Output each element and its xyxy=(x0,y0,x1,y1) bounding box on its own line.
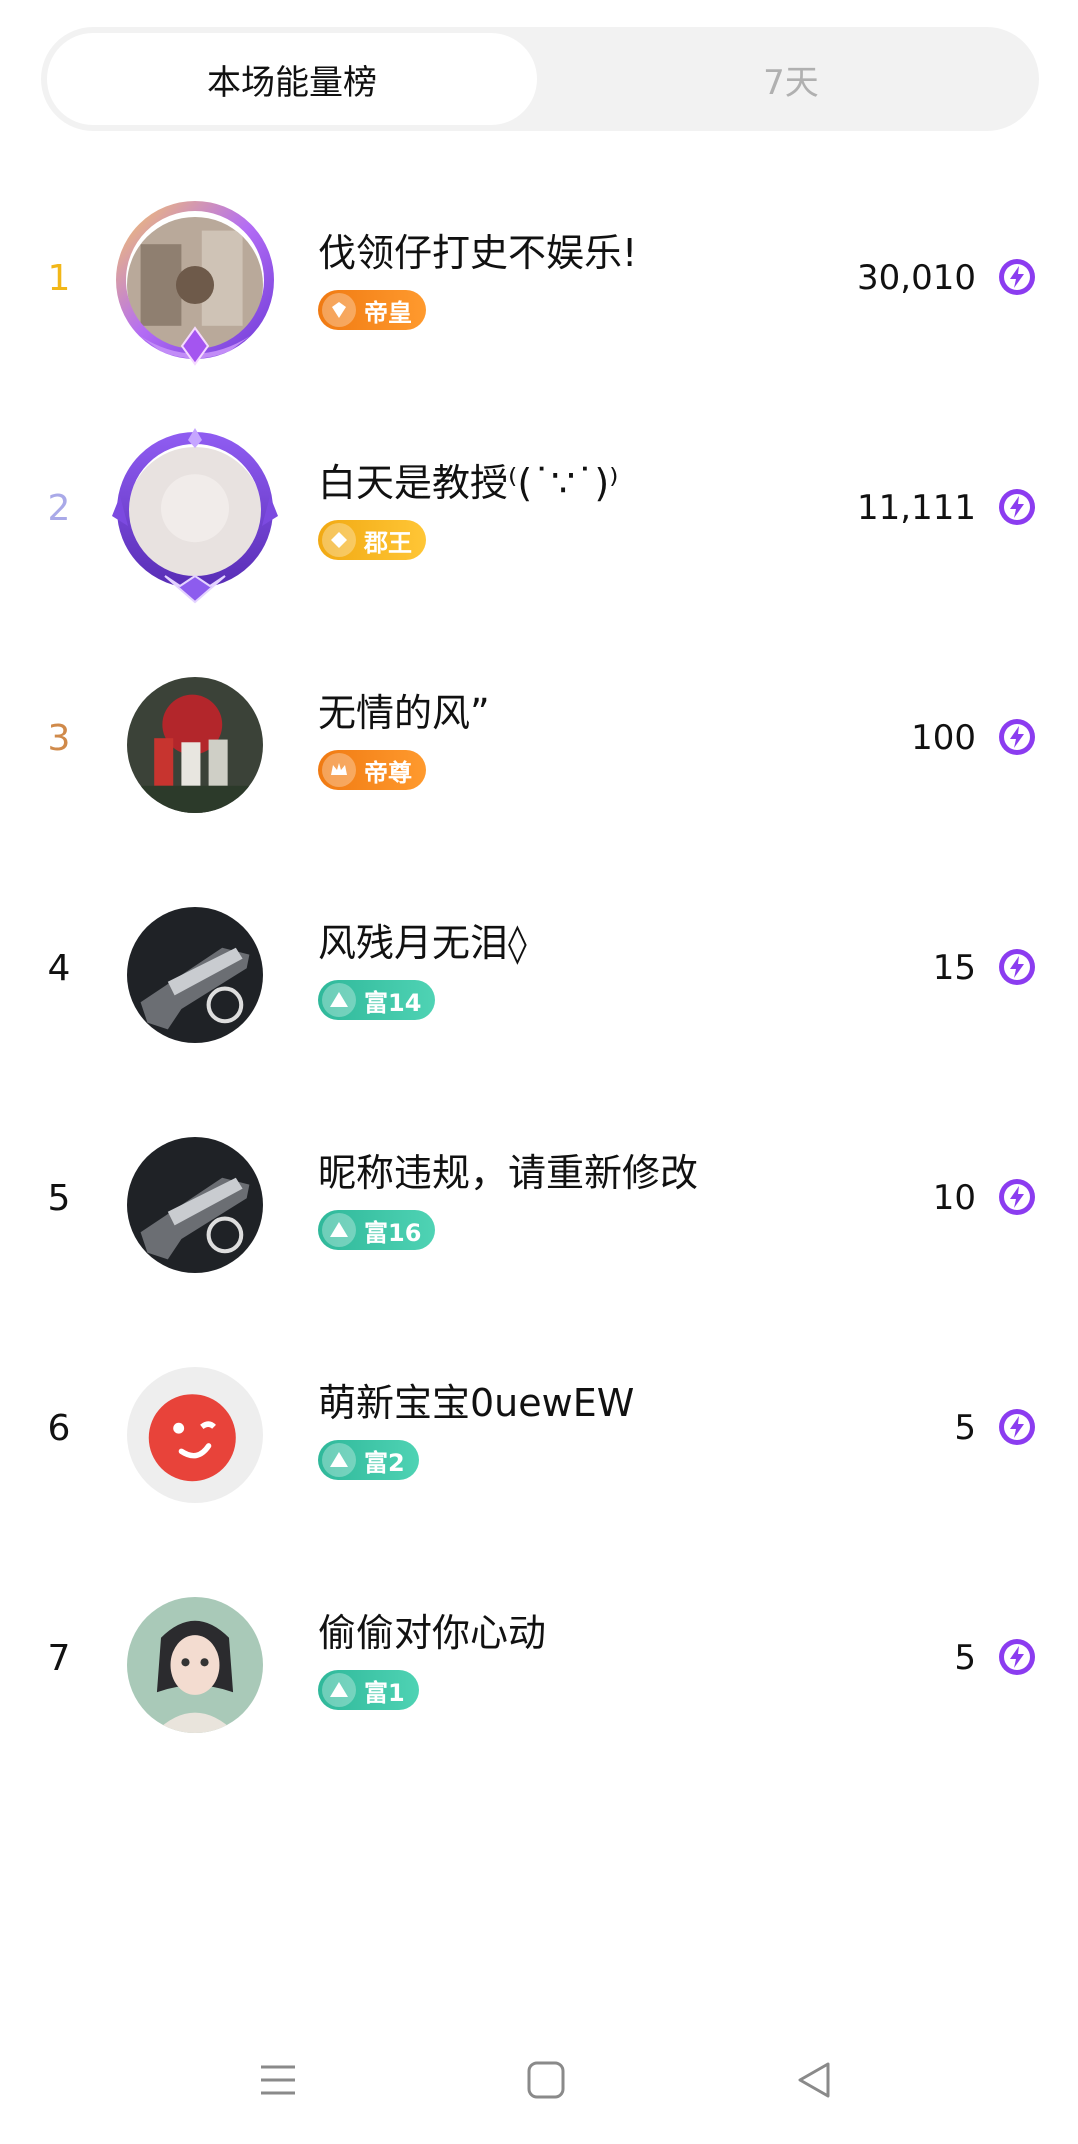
ranking-tabs: 本场能量榜 7天 xyxy=(41,27,1039,131)
avatar-photo xyxy=(127,1367,263,1503)
level-badge-label: 富14 xyxy=(364,988,422,1017)
rank-number: 3 xyxy=(47,718,71,759)
avatar-frame-icon xyxy=(116,201,274,366)
energy-score: 30,010 xyxy=(857,258,976,298)
username: 白天是教授⁽(˙∵˙)⁾ xyxy=(318,461,619,505)
ranking-row[interactable]: 3 无情的风” 帝尊 100 xyxy=(0,630,1078,860)
avatar-photo xyxy=(127,907,263,1043)
username: 昵称违规，请重新修改 xyxy=(318,1151,699,1195)
avatar-frame-icon xyxy=(112,428,278,604)
energy-score: 15 xyxy=(932,948,976,988)
ranking-row[interactable]: 7 偷偷对你心动 富1 5 xyxy=(0,1550,1078,1780)
lightning-bolt-icon xyxy=(999,1409,1035,1445)
energy-score: 11,111 xyxy=(857,488,976,528)
rank-number: 1 xyxy=(47,258,71,299)
level-badge: 富14 xyxy=(318,980,436,1020)
rank-number: 2 xyxy=(47,488,71,529)
lightning-bolt-icon xyxy=(999,259,1035,295)
back-triangle-icon xyxy=(798,2062,830,2098)
triangle-icon xyxy=(322,1213,356,1247)
menu-icon xyxy=(261,2065,295,2095)
level-badge-label: 郡王 xyxy=(364,528,412,557)
avatar-photo xyxy=(127,1137,263,1273)
rank-number: 6 xyxy=(47,1408,71,1449)
rank-number: 5 xyxy=(47,1178,71,1219)
ranking-row[interactable]: 5 昵称违规，请重新修改 富16 10 xyxy=(0,1090,1078,1320)
level-badge-label: 帝尊 xyxy=(364,758,412,787)
lightning-bolt-icon xyxy=(999,1639,1035,1675)
ranking-row[interactable]: 6 萌新宝宝0uewEW 富2 5 xyxy=(0,1320,1078,1550)
avatar[interactable] xyxy=(118,668,272,822)
lightning-bolt-icon xyxy=(999,949,1035,985)
avatar-photo xyxy=(127,1597,263,1733)
level-badge: 富2 xyxy=(318,1440,419,1480)
home-square-icon xyxy=(527,2061,565,2099)
avatar[interactable] xyxy=(118,1588,272,1742)
triangle-icon xyxy=(322,983,356,1017)
level-badge: 帝皇 xyxy=(318,290,426,330)
avatar-photo xyxy=(127,677,263,813)
triangle-icon xyxy=(322,1443,356,1477)
level-badge-label: 富1 xyxy=(364,1678,405,1707)
avatar[interactable] xyxy=(116,201,274,366)
triangle-icon xyxy=(322,1673,356,1707)
energy-score: 10 xyxy=(932,1178,976,1218)
system-nav-bar xyxy=(0,2030,1078,2144)
energy-score: 5 xyxy=(954,1638,976,1678)
level-badge-label: 帝皇 xyxy=(364,298,412,327)
level-badge: 富1 xyxy=(318,1670,419,1710)
level-badge-label: 富2 xyxy=(364,1448,405,1477)
username: 伐领仔打史不娱乐! xyxy=(318,231,638,275)
avatar[interactable] xyxy=(118,1358,272,1512)
crown-icon xyxy=(322,753,356,787)
username: 萌新宝宝0uewEW xyxy=(318,1381,635,1425)
avatar[interactable] xyxy=(112,428,278,604)
rank-number: 7 xyxy=(47,1638,71,1679)
level-badge-label: 富16 xyxy=(364,1218,422,1247)
level-badge: 富16 xyxy=(318,1210,436,1250)
diamond-icon xyxy=(322,293,356,327)
ranking-row[interactable]: 2 白天是教授⁽(˙∵˙)⁾ 郡王 11,111 xyxy=(0,400,1078,630)
level-badge: 帝尊 xyxy=(318,750,426,790)
ranking-row[interactable]: 1 伐领仔打史不娱乐! 帝皇 30,010 xyxy=(0,170,1078,400)
tab-current-session-energy[interactable]: 本场能量榜 xyxy=(47,33,537,125)
menu-button[interactable] xyxy=(248,2050,308,2110)
rank-number: 4 xyxy=(47,948,71,989)
avatar[interactable] xyxy=(118,898,272,1052)
energy-score: 100 xyxy=(911,718,976,758)
home-button[interactable] xyxy=(516,2050,576,2110)
lightning-bolt-icon xyxy=(999,489,1035,525)
level-badge: 郡王 xyxy=(318,520,426,560)
lightning-bolt-icon xyxy=(999,719,1035,755)
ranking-row[interactable]: 4 风残月无泪◊ 富14 15 xyxy=(0,860,1078,1090)
diamond-icon xyxy=(322,523,356,557)
back-button[interactable] xyxy=(784,2050,844,2110)
energy-score: 5 xyxy=(954,1408,976,1448)
avatar[interactable] xyxy=(118,1128,272,1282)
lightning-bolt-icon xyxy=(999,1179,1035,1215)
username: 偷偷对你心动 xyxy=(318,1611,547,1655)
username: 无情的风” xyxy=(318,691,490,735)
username: 风残月无泪◊ xyxy=(318,921,527,965)
tab-7-days[interactable]: 7天 xyxy=(543,27,1039,131)
